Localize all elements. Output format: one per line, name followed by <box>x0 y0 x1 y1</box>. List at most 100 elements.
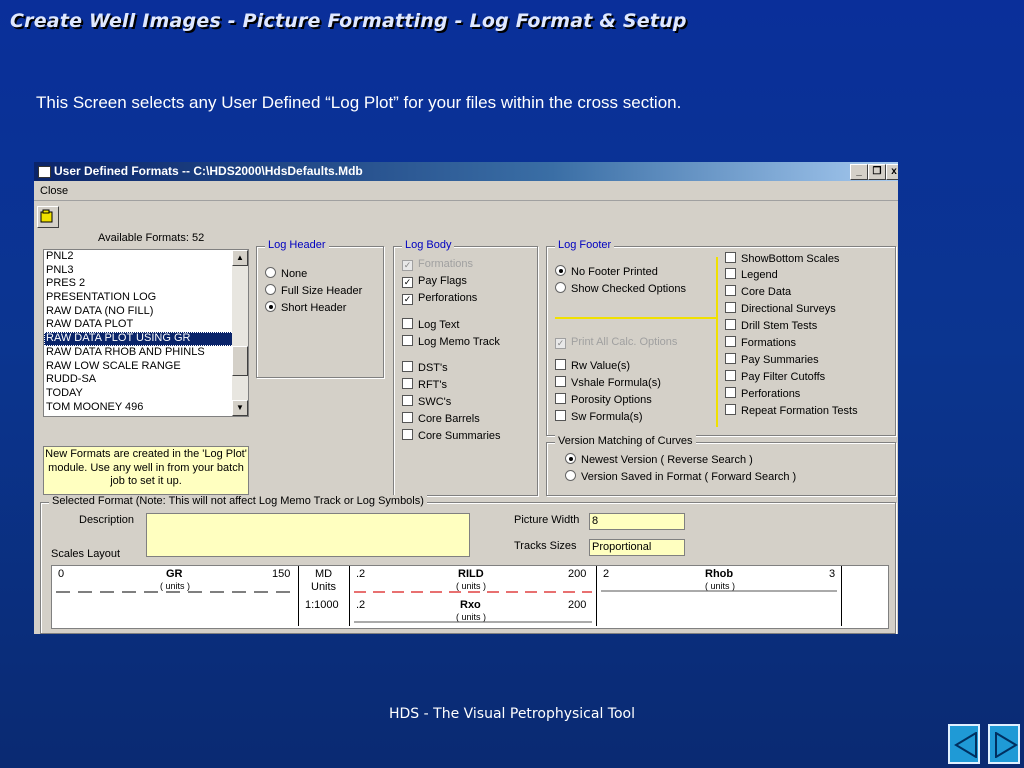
footer-item-option-checkbox[interactable] <box>725 285 736 296</box>
footer-calc-option-checkbox[interactable] <box>555 393 566 404</box>
log-header-option[interactable]: Short Header <box>265 301 346 314</box>
log-body-option[interactable]: Log Memo Track <box>402 335 500 348</box>
footer-item-option-checkbox[interactable] <box>725 387 736 398</box>
close-window-button[interactable]: x <box>886 164 898 180</box>
tracks-sizes-field[interactable]: Proportional <box>589 539 685 556</box>
version-option-radio[interactable] <box>565 470 576 481</box>
footer-item-option[interactable]: Repeat Formation Tests <box>725 404 858 417</box>
footer-item-option-checkbox[interactable] <box>725 404 736 415</box>
log-body-option-checkbox[interactable]: ✓ <box>402 294 413 305</box>
previous-slide-button[interactable] <box>948 724 980 764</box>
version-option[interactable]: Version Saved in Format ( Forward Search… <box>565 470 796 483</box>
format-list-item[interactable]: TOM MOONEY 496 <box>44 401 248 415</box>
track-2[interactable]: .2 RILD ( units ) 200 .2 Rxo ( units ) 2… <box>350 566 597 626</box>
version-option[interactable]: Newest Version ( Reverse Search ) <box>565 453 753 466</box>
footer-calc-option[interactable]: Vshale Formula(s) <box>555 376 661 389</box>
footer-item-option[interactable]: Pay Summaries <box>725 353 819 366</box>
format-list-item[interactable]: RAW DATA PLOT <box>44 318 248 332</box>
scroll-down-button[interactable]: ▼ <box>232 400 248 416</box>
footer-item-option[interactable]: Pay Filter Cutoffs <box>725 370 825 383</box>
format-list-item[interactable]: RUDD-SA <box>44 373 248 387</box>
footer-calc-option-checkbox[interactable] <box>555 359 566 370</box>
log-body-option-checkbox[interactable] <box>402 361 413 372</box>
version-option-radio[interactable] <box>565 453 576 464</box>
footer-item-option[interactable]: Formations <box>725 336 796 349</box>
minimize-button[interactable]: _ <box>850 164 868 180</box>
footer-item-option-checkbox[interactable] <box>725 370 736 381</box>
footer-item-option[interactable]: Perforations <box>725 387 800 400</box>
footer-mode-option-radio[interactable] <box>555 265 566 276</box>
log-body-option[interactable]: SWC's <box>402 395 451 408</box>
log-body-option[interactable]: Log Text <box>402 318 459 331</box>
format-list-item[interactable]: RAW DATA RHOB AND PHINLS <box>44 346 248 360</box>
listbox-scrollbar[interactable]: ▲ ▼ <box>232 250 248 416</box>
footer-item-option[interactable]: Drill Stem Tests <box>725 319 817 332</box>
formats-listbox[interactable]: PNL2 PNL3 PRES 2 PRESENTATION LOG RAW DATA (… <box>43 249 249 417</box>
log-body-option-checkbox[interactable] <box>402 395 413 406</box>
rxo-min: .2 <box>356 599 366 611</box>
next-slide-button[interactable] <box>988 724 1020 764</box>
log-body-option-checkbox[interactable] <box>402 429 413 440</box>
footer-mode-option[interactable]: No Footer Printed <box>555 265 658 278</box>
footer-calc-option-checkbox[interactable] <box>555 410 566 421</box>
footer-calc-option[interactable]: Porosity Options <box>555 393 652 406</box>
log-body-option-label: Log Memo Track <box>418 336 500 348</box>
scales-layout[interactable]: 0 GR ( units ) 150 MD Units 1:1000 .2 RI… <box>51 565 889 629</box>
log-body-option-checkbox[interactable]: ✓ <box>402 277 413 288</box>
log-body-option[interactable]: ✓ Pay Flags <box>402 275 467 288</box>
log-header-option[interactable]: Full Size Header <box>265 284 362 297</box>
scroll-up-button[interactable]: ▲ <box>232 250 248 266</box>
footer-item-option[interactable]: ShowBottom Scales <box>725 252 839 265</box>
footer-item-option[interactable]: Directional Surveys <box>725 302 836 315</box>
footer-item-option-checkbox[interactable] <box>725 302 736 313</box>
log-body-option-label: DST's <box>418 362 448 374</box>
log-body-option[interactable]: ✓ Perforations <box>402 292 477 305</box>
description-field[interactable] <box>146 513 470 557</box>
log-body-option[interactable]: Core Barrels <box>402 412 480 425</box>
dialog-titlebar[interactable]: User Defined Formats -- C:\HDS2000\HdsDe… <box>34 162 898 181</box>
format-list-item[interactable]: RAW LOW SCALE RANGE <box>44 360 248 374</box>
rild-curve-line <box>354 591 592 593</box>
footer-item-option[interactable]: Core Data <box>725 285 791 298</box>
format-list-item[interactable]: PNL2 <box>44 250 248 264</box>
footer-item-option-checkbox[interactable] <box>725 268 736 279</box>
restore-button[interactable]: ❐ <box>868 164 886 180</box>
log-body-option-checkbox[interactable] <box>402 335 413 346</box>
log-header-option-radio[interactable] <box>265 301 276 312</box>
log-body-option[interactable]: DST's <box>402 361 448 374</box>
track-3[interactable]: 2 Rhob ( units ) 3 <box>597 566 842 626</box>
format-list-item[interactable]: RAW DATA (NO FILL) <box>44 305 248 319</box>
footer-mode-option-radio[interactable] <box>555 282 566 293</box>
footer-calc-option[interactable]: Sw Formula(s) <box>555 410 643 423</box>
open-folder-button[interactable] <box>37 206 59 228</box>
format-list-item[interactable]: TODAY <box>44 387 248 401</box>
footer-mode-option[interactable]: Show Checked Options <box>555 282 686 295</box>
log-body-option-checkbox[interactable] <box>402 318 413 329</box>
log-header-option-radio[interactable] <box>265 284 276 295</box>
depth-track[interactable]: MD Units 1:1000 <box>299 566 350 626</box>
picture-width-field[interactable]: 8 <box>589 513 685 530</box>
scroll-thumb[interactable] <box>232 346 248 376</box>
print-all-calc-option: ✓ Print All Calc. Options <box>555 336 677 349</box>
track-1[interactable]: 0 GR ( units ) 150 <box>52 566 299 626</box>
footer-item-option[interactable]: Legend <box>725 268 778 281</box>
footer-item-option-checkbox[interactable] <box>725 336 736 347</box>
log-body-option[interactable]: RFT's <box>402 378 447 391</box>
footer-item-option-checkbox[interactable] <box>725 353 736 364</box>
format-list-item[interactable]: RAW DATA PLOT USING GR <box>44 332 248 346</box>
log-body-option-checkbox[interactable] <box>402 412 413 423</box>
footer-item-option-checkbox[interactable] <box>725 252 736 263</box>
format-list-item[interactable]: PRESENTATION LOG <box>44 291 248 305</box>
format-list-item[interactable]: PRES 2 <box>44 277 248 291</box>
footer-calc-option[interactable]: Rw Value(s) <box>555 359 630 372</box>
log-header-option[interactable]: None <box>265 267 307 280</box>
log-body-option-checkbox[interactable] <box>402 378 413 389</box>
footer-calc-option-checkbox[interactable] <box>555 376 566 387</box>
log-header-frame: Log Header None Full Size Header Short Hea… <box>256 239 384 378</box>
menu-close[interactable]: Close <box>40 185 68 197</box>
log-body-option-label: Log Text <box>418 319 460 331</box>
footer-item-option-checkbox[interactable] <box>725 319 736 330</box>
log-body-option[interactable]: Core Summaries <box>402 429 501 442</box>
format-list-item[interactable]: PNL3 <box>44 264 248 278</box>
log-header-option-radio[interactable] <box>265 267 276 278</box>
